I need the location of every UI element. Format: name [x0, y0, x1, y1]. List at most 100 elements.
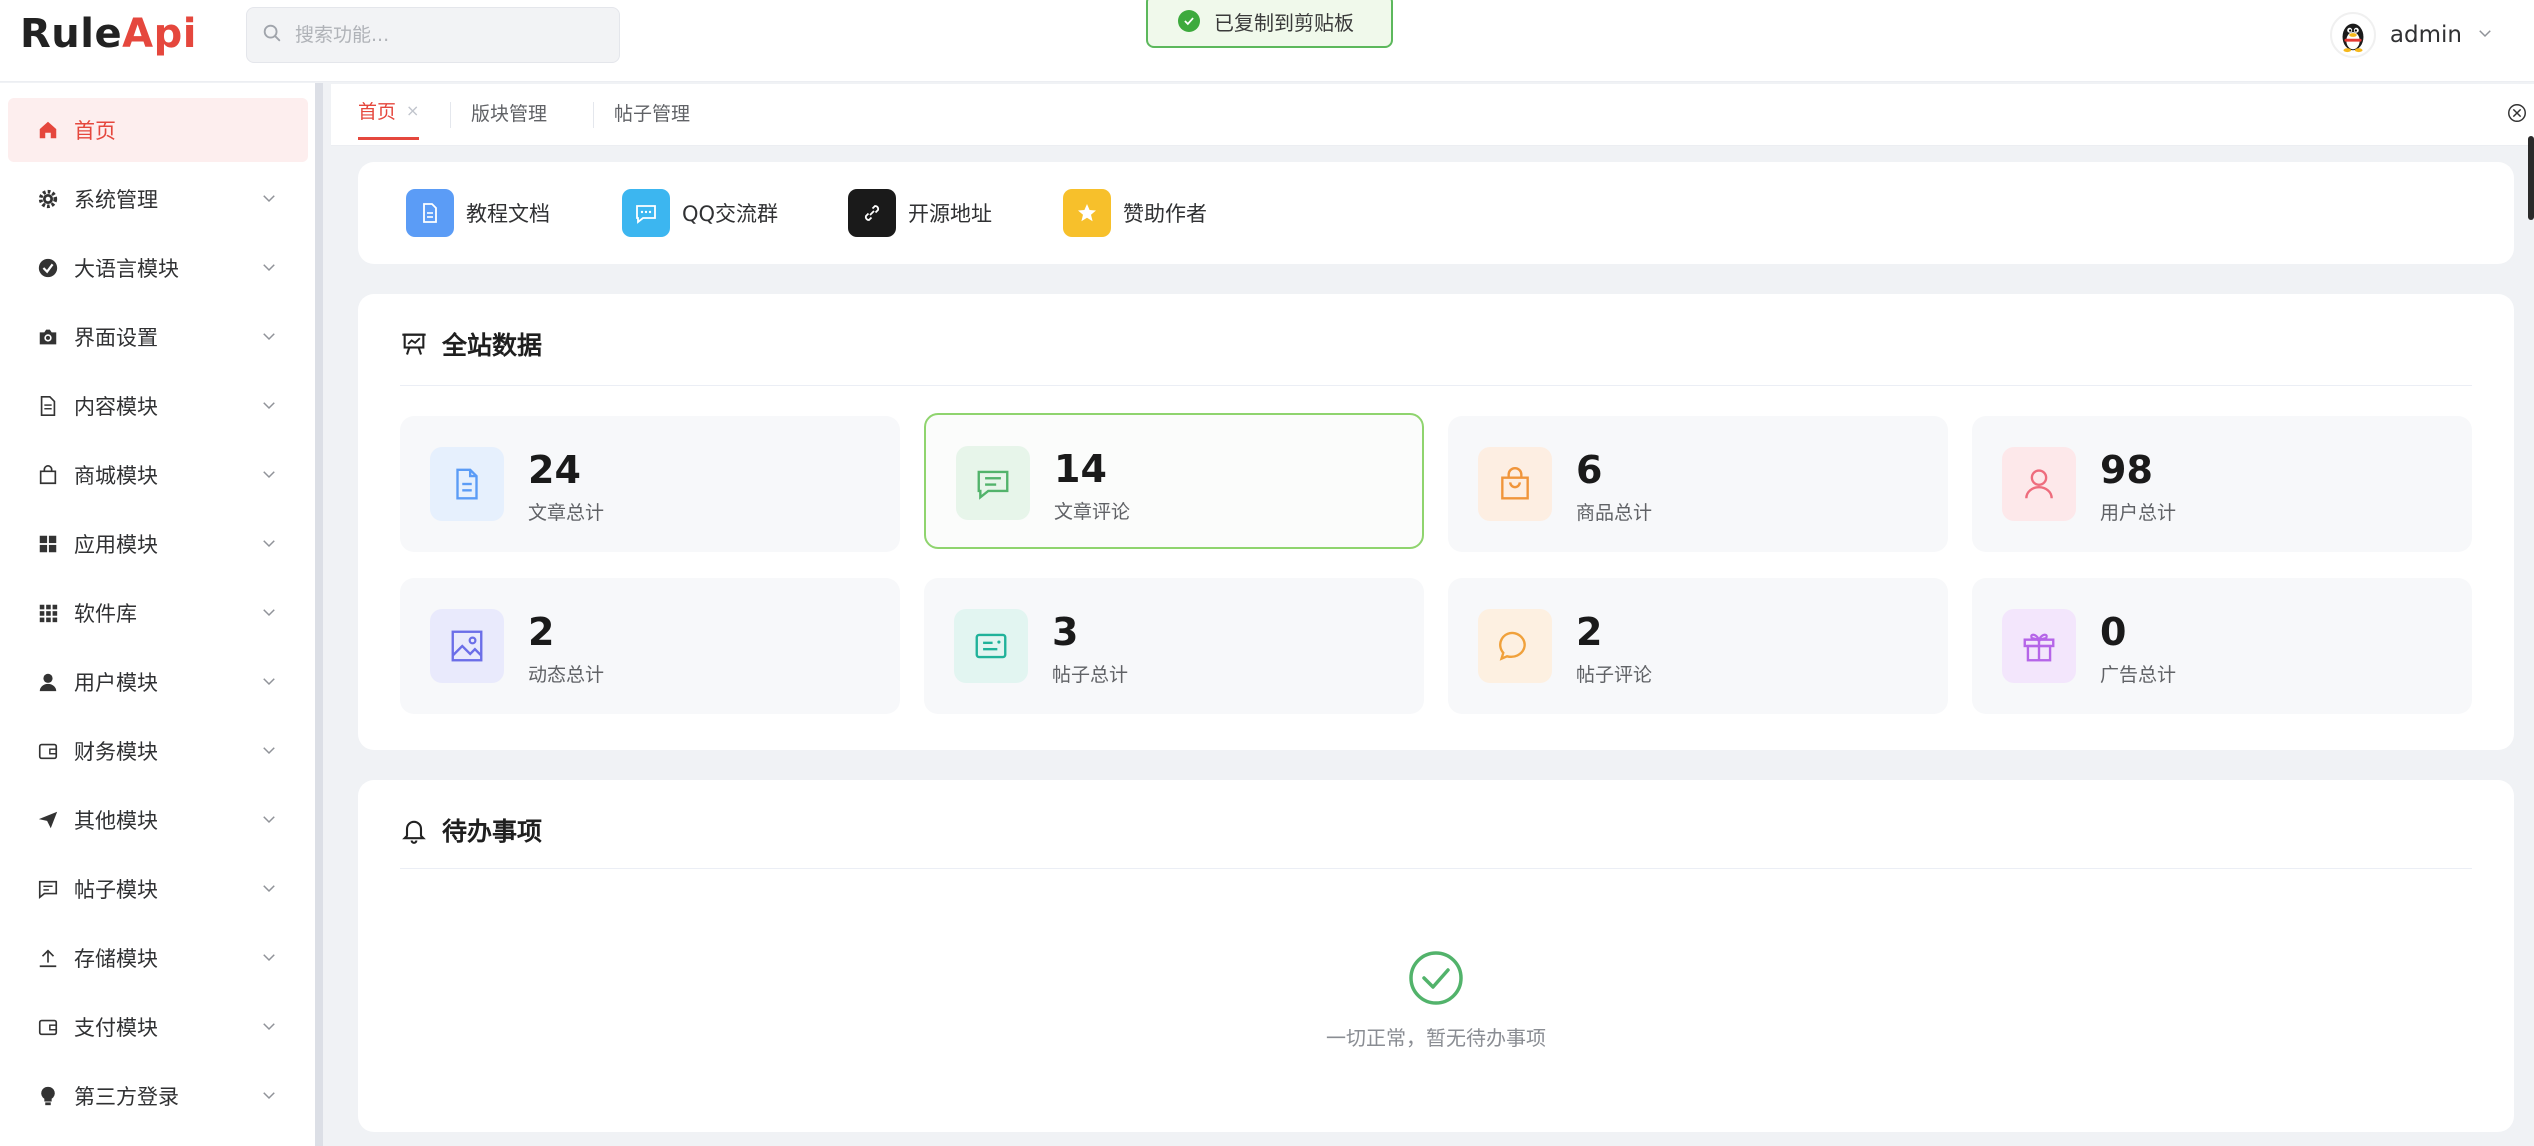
- tab-bar: 首页 × 版块管理 帖子管理: [331, 84, 2534, 146]
- section-divider: [400, 385, 2472, 386]
- tab-close-icon[interactable]: ×: [406, 101, 419, 120]
- sidebar-item-shop[interactable]: 商城模块: [8, 443, 308, 507]
- search-box[interactable]: [246, 7, 620, 63]
- wallet-icon: [36, 1015, 60, 1039]
- message-icon: [36, 877, 60, 901]
- chevron-down-icon: [263, 1092, 275, 1100]
- logo[interactable]: RuleApi: [20, 11, 197, 57]
- stat-value: 3: [1052, 610, 1079, 654]
- logo-text-rule: Rule: [20, 11, 123, 57]
- tab-board-management[interactable]: 版块管理: [471, 84, 547, 140]
- todo-empty-text: 一切正常，暂无待办事项: [1326, 1026, 1546, 1050]
- image-icon: [430, 609, 504, 683]
- tab-label: 首页: [358, 101, 397, 123]
- sidebar-item-third-party-login[interactable]: 第三方登录: [8, 1064, 308, 1128]
- scrollbar-thumb[interactable]: [2528, 136, 2534, 220]
- sidebar-item-users[interactable]: 用户模块: [8, 650, 308, 714]
- sidebar-item-payment[interactable]: 支付模块: [8, 995, 308, 1059]
- stat-label: 广告总计: [2100, 664, 2177, 686]
- chevron-down-icon: [263, 885, 275, 893]
- stat-value: 24: [528, 448, 581, 492]
- star-icon: [1063, 189, 1111, 237]
- sidebar-item-posts[interactable]: 帖子模块: [8, 857, 308, 921]
- sidebar-item-llm[interactable]: 大语言模块: [8, 236, 308, 300]
- search-input[interactable]: [295, 24, 595, 46]
- sidebar-item-system[interactable]: 系统管理: [8, 167, 308, 231]
- quick-link-label: 教程文档: [466, 202, 550, 226]
- sidebar: 首页 系统管理 大语言模块 界面设置 内容模块 商城模块 应用模块 软件库 用户…: [0, 83, 323, 1146]
- sidebar-item-other[interactable]: 其他模块: [8, 788, 308, 852]
- tab-home[interactable]: 首页 ×: [358, 84, 420, 140]
- sidebar-item-label: 系统管理: [74, 188, 158, 212]
- stat-post-comments[interactable]: 2 帖子评论: [1448, 578, 1948, 714]
- tab-divider: [450, 102, 451, 128]
- grid-icon: [36, 532, 60, 556]
- tab-post-management[interactable]: 帖子管理: [614, 84, 690, 140]
- chat-icon: [622, 189, 670, 237]
- chevron-down-icon: [263, 333, 275, 341]
- chevron-down-icon: [263, 540, 275, 548]
- search-icon: [261, 22, 283, 48]
- quick-link-sponsor[interactable]: 赞助作者: [1063, 188, 1207, 238]
- avatar[interactable]: [2329, 12, 2376, 58]
- sidebar-item-label: 用户模块: [74, 671, 158, 695]
- stat-label: 用户总计: [2100, 502, 2177, 524]
- section-title-text: 待办事项: [442, 817, 543, 846]
- stat-label: 动态总计: [528, 664, 605, 686]
- chevron-down-icon: [263, 1023, 275, 1031]
- stat-value: 2: [1576, 610, 1603, 654]
- stat-users[interactable]: 98 用户总计: [1972, 416, 2472, 552]
- tab-divider: [593, 102, 594, 128]
- chevron-down-icon: [263, 954, 275, 962]
- stat-label: 帖子评论: [1576, 664, 1653, 686]
- stat-article-comments[interactable]: 14 文章评论: [924, 413, 1424, 549]
- shopping-bag-icon: [36, 463, 60, 487]
- sidebar-item-ui-settings[interactable]: 界面设置: [8, 305, 308, 369]
- quick-link-label: 赞助作者: [1123, 202, 1207, 226]
- stat-articles[interactable]: 24 文章总计: [400, 416, 900, 552]
- user-icon: [36, 670, 60, 694]
- sidebar-item-label: 内容模块: [74, 395, 158, 419]
- wallet-icon: [36, 739, 60, 763]
- stat-products[interactable]: 6 商品总计: [1448, 416, 1948, 552]
- sidebar-item-label: 大语言模块: [74, 257, 179, 281]
- quick-link-label: 开源地址: [908, 202, 992, 226]
- sidebar-item-home[interactable]: 首页: [8, 98, 308, 162]
- tab-label: 版块管理: [471, 102, 548, 125]
- copied-toast: 已复制到剪贴板: [1146, 0, 1393, 48]
- chevron-down-icon: [263, 816, 275, 824]
- presentation-chart-icon: [402, 333, 426, 355]
- stat-posts[interactable]: 3 帖子总计: [924, 578, 1424, 714]
- username: admin: [2389, 22, 2462, 48]
- sidebar-item-content[interactable]: 内容模块: [8, 374, 308, 438]
- sidebar-item-apps[interactable]: 应用模块: [8, 512, 308, 576]
- sidebar-item-label: 软件库: [74, 602, 137, 626]
- sidebar-item-software[interactable]: 软件库: [8, 581, 308, 645]
- user-icon: [2002, 447, 2076, 521]
- stat-moments[interactable]: 2 动态总计: [400, 578, 900, 714]
- doc-icon: [406, 189, 454, 237]
- quick-link-docs[interactable]: 教程文档: [406, 188, 550, 238]
- document-icon: [430, 447, 504, 521]
- success-icon: [1178, 10, 1200, 32]
- logo-text-api: Api: [122, 11, 197, 57]
- stat-label: 文章评论: [1054, 501, 1131, 523]
- sidebar-item-finance[interactable]: 财务模块: [8, 719, 308, 783]
- stat-label: 文章总计: [528, 502, 605, 524]
- sidebar-item-storage[interactable]: 存储模块: [8, 926, 308, 990]
- bulb-icon: [36, 1084, 60, 1108]
- close-all-tabs-icon[interactable]: [2506, 102, 2528, 124]
- sidebar-item-label: 帖子模块: [74, 878, 158, 902]
- toast-message: 已复制到剪贴板: [1214, 10, 1354, 35]
- send-icon: [36, 808, 60, 832]
- user-menu[interactable]: admin: [2329, 12, 2494, 58]
- stat-ads[interactable]: 0 广告总计: [1972, 578, 2472, 714]
- sidebar-item-label: 其他模块: [74, 809, 158, 833]
- stat-value: 2: [528, 610, 555, 654]
- quick-link-open-source[interactable]: 开源地址: [848, 188, 992, 238]
- link-icon: [848, 189, 896, 237]
- bell-icon: [402, 820, 426, 844]
- stat-label: 帖子总计: [1052, 664, 1129, 686]
- chevron-down-icon: [2476, 24, 2494, 46]
- quick-link-qq-group[interactable]: QQ交流群: [622, 188, 778, 238]
